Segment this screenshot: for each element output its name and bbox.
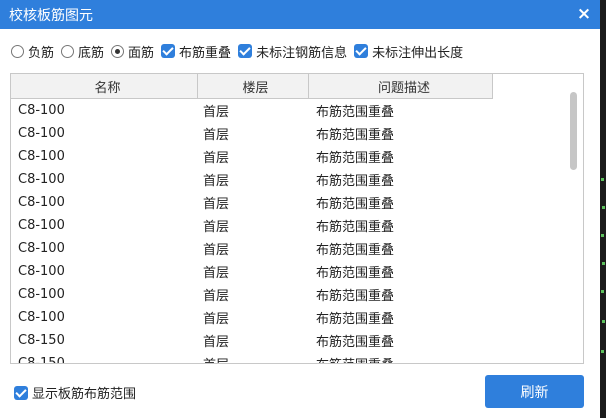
radio-negative-rebar[interactable]: 负筋 <box>11 42 54 61</box>
cell-description: 布筋范围重叠 <box>316 243 395 258</box>
dialog-body: 负筋 底筋 面筋 布筋重叠 未标注钢筋信息 未标注伸出长度 名称 楼层 问题描述 <box>0 29 600 418</box>
checkbox-label: 未标注钢筋信息 <box>256 45 348 61</box>
radio-bottom-rebar[interactable]: 底筋 <box>61 42 104 61</box>
table-row[interactable]: C8-150 首层布筋范围重叠 <box>11 352 493 364</box>
table-body: C8-100 首层 布筋范围重叠 C8-100 首层 布筋范围重叠 C8-100 首层 布筋范围… <box>11 99 493 364</box>
cell-name: C8-100 <box>18 218 65 233</box>
table-row[interactable]: C8-100 首层 布筋范围重叠 <box>11 283 493 306</box>
cell-description: 布筋范围重叠 <box>316 289 395 304</box>
cell-name: C8-150 <box>18 333 65 348</box>
cell-floor: 首层 <box>203 266 230 281</box>
background-app-edge <box>600 0 606 418</box>
cell-floor: 首层 <box>203 243 230 258</box>
checkbox-missing-extension-length[interactable]: 未标注伸出长度 <box>354 42 463 61</box>
table-row[interactable]: C8-100 首层 布筋范围重叠 <box>11 260 493 283</box>
vertical-scrollbar[interactable] <box>565 92 581 362</box>
cell-name: C8-100 <box>18 287 65 302</box>
cell-floor: 首层 <box>203 197 230 212</box>
cell-description: 布筋范围重叠 <box>316 197 395 212</box>
cell-name: C8-100 <box>18 103 65 118</box>
cell-name: C8-100 <box>18 241 65 256</box>
checkbox-checked-icon[interactable] <box>161 44 176 58</box>
cell-description: 布筋范围重叠 <box>316 174 395 189</box>
checkbox-overlap[interactable]: 布筋重叠 <box>161 42 231 61</box>
cell-floor: 首层 <box>203 312 230 327</box>
cell-description: 布筋范围重叠 <box>316 151 395 166</box>
background-marker <box>602 262 605 265</box>
checkbox-checked-icon[interactable] <box>14 385 28 400</box>
table-row[interactable]: C8-150 首层 布筋范围重叠 <box>11 329 493 352</box>
refresh-button[interactable]: 刷新 <box>485 375 584 408</box>
close-icon[interactable]: × <box>574 4 594 24</box>
cell-name: C8-100 <box>18 172 65 187</box>
table-row[interactable]: C8-100 首层 布筋范围重叠 <box>11 99 493 122</box>
checkbox-checked-icon[interactable] <box>238 44 253 58</box>
cell-description: 布筋范围重叠 <box>316 266 395 281</box>
table-row[interactable]: C8-100 首层 布筋范围重叠 <box>11 122 493 145</box>
cell-floor: 首层 <box>198 352 309 363</box>
issue-table: 名称 楼层 问题描述 C8-100 首层 布筋范围重叠 C8-100 首层 布筋范围重叠 C… <box>10 73 584 364</box>
title-bar: 校核板筋图元 × <box>0 0 600 29</box>
cell-floor: 首层 <box>203 151 230 166</box>
background-marker <box>601 234 604 237</box>
cell-floor: 首层 <box>203 128 230 143</box>
background-marker <box>601 290 604 293</box>
column-header-name[interactable]: 名称 <box>11 74 198 99</box>
radio-icon[interactable] <box>11 44 24 58</box>
table-row[interactable]: C8-100 首层 布筋范围重叠 <box>11 191 493 214</box>
cell-name: C8-100 <box>18 195 65 210</box>
cell-floor: 首层 <box>203 220 230 235</box>
cell-description: 布筋范围重叠 <box>316 335 395 350</box>
table-row[interactable]: C8-100 首层 布筋范围重叠 <box>11 237 493 260</box>
column-header-floor[interactable]: 楼层 <box>198 74 309 99</box>
table-row[interactable]: C8-100 首层 布筋范围重叠 <box>11 168 493 191</box>
filter-options: 负筋 底筋 面筋 布筋重叠 未标注钢筋信息 未标注伸出长度 <box>11 40 470 62</box>
radio-top-rebar[interactable]: 面筋 <box>111 42 154 61</box>
radio-label: 面筋 <box>128 45 155 61</box>
scrollbar-thumb[interactable] <box>570 92 577 170</box>
table-row[interactable]: C8-100 首层 布筋范围重叠 <box>11 306 493 329</box>
radio-label: 底筋 <box>78 45 105 61</box>
background-marker <box>602 206 605 209</box>
cell-description: 布筋范围重叠 <box>309 352 493 363</box>
cell-name: C8-100 <box>18 149 65 164</box>
cell-floor: 首层 <box>203 335 230 350</box>
table-row[interactable]: C8-100 首层 布筋范围重叠 <box>11 214 493 237</box>
cell-description: 布筋范围重叠 <box>316 220 395 235</box>
radio-label: 负筋 <box>28 45 55 61</box>
cell-floor: 首层 <box>203 289 230 304</box>
window-title: 校核板筋图元 <box>9 7 93 24</box>
cell-floor: 首层 <box>203 174 230 189</box>
checkbox-missing-rebar-info[interactable]: 未标注钢筋信息 <box>238 42 347 61</box>
cell-description: 布筋范围重叠 <box>316 105 395 120</box>
table-row[interactable]: C8-100 首层 布筋范围重叠 <box>11 145 493 168</box>
background-marker <box>601 178 604 181</box>
cell-name: C8-150 <box>18 356 65 364</box>
background-marker <box>601 350 604 353</box>
cell-description: 布筋范围重叠 <box>316 312 395 327</box>
radio-icon[interactable] <box>61 44 75 58</box>
table-header: 名称 楼层 问题描述 <box>11 74 493 99</box>
checkbox-label: 布筋重叠 <box>179 45 232 61</box>
cell-name: C8-100 <box>18 310 65 325</box>
checkbox-checked-icon[interactable] <box>354 44 369 58</box>
cell-description: 布筋范围重叠 <box>316 128 395 143</box>
show-range-label: 显示板筋布筋范围 <box>32 387 137 402</box>
cell-floor: 首层 <box>203 105 230 120</box>
cell-name: C8-100 <box>18 264 65 279</box>
column-header-description[interactable]: 问题描述 <box>309 74 493 99</box>
show-range-checkbox[interactable]: 显示板筋布筋范围 <box>14 383 136 402</box>
radio-selected-icon[interactable] <box>111 44 125 58</box>
background-marker <box>602 320 605 323</box>
checkbox-label: 未标注伸出长度 <box>372 45 464 61</box>
cell-name: C8-100 <box>18 126 65 141</box>
